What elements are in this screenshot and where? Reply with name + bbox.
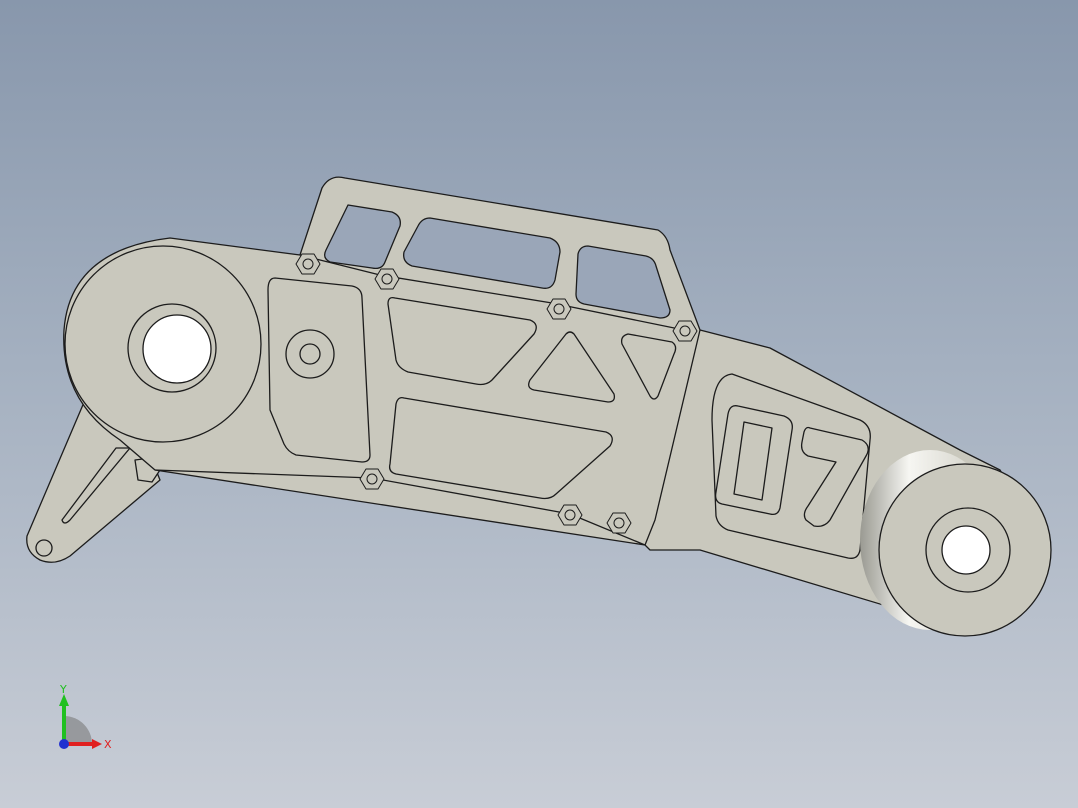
x-axis-label: X bbox=[104, 738, 112, 751]
cad-viewport[interactable]: Y X bbox=[0, 0, 1078, 808]
triad-sector bbox=[64, 716, 92, 744]
coordinate-triad[interactable]: Y X bbox=[40, 680, 130, 760]
tab-hole bbox=[35, 539, 53, 557]
origin-point bbox=[59, 739, 69, 749]
x-axis-arrow bbox=[92, 739, 102, 749]
right-boss-hole bbox=[941, 525, 991, 575]
part-model[interactable] bbox=[0, 0, 1078, 808]
left-boss-hole bbox=[142, 314, 212, 384]
y-axis-label: Y bbox=[59, 683, 67, 696]
